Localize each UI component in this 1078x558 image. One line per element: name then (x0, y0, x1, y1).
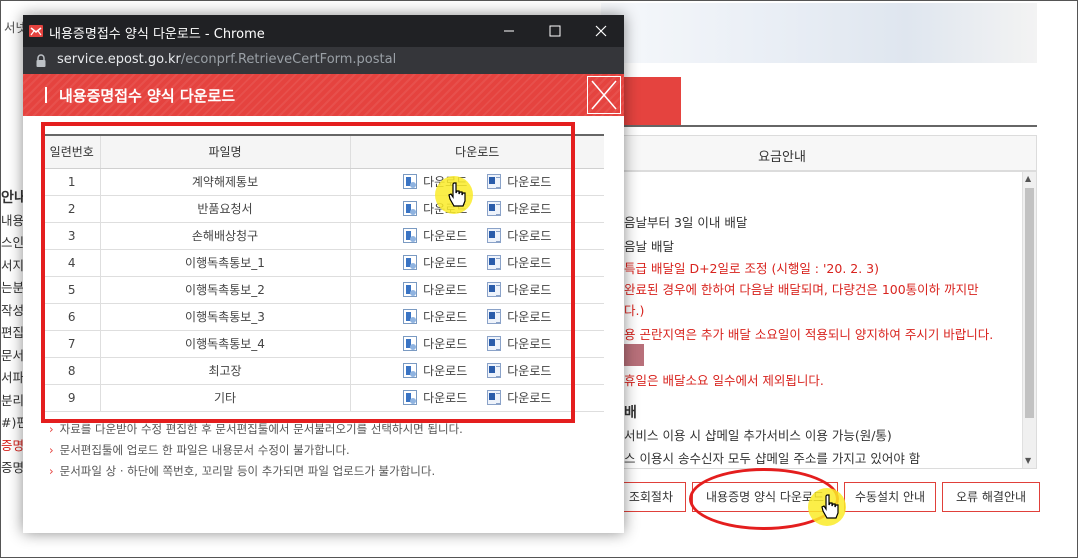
fee-info-line: 다.) (624, 303, 645, 318)
url-path: /econprf.RetrieveCertForm.postal (180, 52, 397, 67)
fee-info-line: 특급 배달일 D+2일로 조정 (시행일 : '20. 2. 3) (624, 261, 879, 276)
red-tab-fragment (621, 77, 681, 125)
left-text-fragment: 편집 (1, 325, 25, 340)
section-rule (621, 125, 1037, 127)
scroll-up-icon[interactable]: ▲ (1025, 174, 1031, 183)
minimize-icon (504, 30, 514, 32)
app-icon (29, 25, 43, 37)
fee-info-line: 음날부터 3일 이내 배달 (624, 215, 748, 230)
popup-close-button[interactable] (587, 76, 621, 114)
url-text[interactable]: service.epost.go.kr/econprf.RetrieveCert… (57, 52, 396, 67)
scrollbar-thumb[interactable] (1025, 188, 1034, 418)
note-item: › 문서편집툴에 업로드 한 파일은 내용문서 수정이 불가합니다. (49, 442, 350, 458)
note-text: 문서편집툴에 업로드 한 파일은 내용문서 수정이 불가합니다. (59, 443, 350, 457)
lock-icon (36, 54, 46, 67)
left-text-fragment: 작성 (1, 302, 25, 318)
left-text-fragment: 는분 (1, 280, 25, 295)
fee-info-line: 서비스 이용 시 샵메일 추가서비스 이용 가능(원/통) (624, 428, 892, 443)
maximize-button[interactable] (532, 15, 578, 47)
left-text-fragment: #)편 (1, 415, 25, 430)
left-text-fragment: 서파 (1, 370, 25, 385)
scrollbar[interactable]: ▲ ▼ (1022, 172, 1036, 468)
fee-info-panel: 음날부터 3일 이내 배달음날 배달특급 배달일 D+2일로 조정 (시행일 :… (621, 171, 1037, 469)
hand-cursor-icon (448, 182, 466, 207)
header-accent-bar (45, 87, 47, 103)
fee-info-line: 휴일은 배달소요 일수에서 제외됩니다. (624, 373, 824, 388)
cursor-highlight (435, 176, 473, 214)
minimize-button[interactable] (486, 15, 532, 47)
left-text-fragment: 안내 (1, 190, 25, 206)
close-window-button[interactable] (578, 15, 624, 47)
fee-info-line: 음날 배달 (624, 239, 674, 254)
cursor-highlight (808, 488, 846, 526)
fee-info-line: 스 이용시 송수신자 모두 샵메일 주소를 가지고 있어야 함 (624, 451, 921, 466)
popup-window: 내용증명접수 양식 다운로드 - Chrome service.epost.go… (23, 15, 624, 533)
bullet-icon: › (49, 422, 54, 436)
scroll-down-icon[interactable]: ▼ (1025, 456, 1031, 465)
close-icon (595, 25, 607, 37)
left-text-fragments: 안내내용스인서지름는분작성편집문서서파분리#)편증명증명 (1, 181, 25, 481)
url-host: service.epost.go.kr (57, 52, 181, 67)
fee-info-line: 용 곤란지역은 추가 배달 소요일이 적용되니 양지하여 주시기 바랍니다. (624, 327, 994, 342)
banner-image (601, 3, 1037, 63)
popup-header: 내용증명접수 양식 다운로드 (23, 74, 624, 116)
note-text: 문서파일 상 · 하단에 쪽번호, 꼬리말 등이 추가되면 파일 업로드가 불가… (59, 464, 436, 478)
left-text-fragment: 증명 (1, 437, 25, 453)
left-text-fragment: 스인 (1, 235, 25, 250)
left-text-fragment: 내용 (1, 212, 25, 228)
color-swatch (624, 344, 644, 366)
hand-cursor-icon (821, 494, 839, 519)
left-text-fragment: 문서 (1, 347, 25, 363)
fee-header-label: 요금안내 (758, 150, 806, 165)
bullet-icon: › (49, 464, 54, 478)
left-text-fragment: 분리 (1, 392, 25, 408)
window-title: 내용증명접수 양식 다운로드 - Chrome (49, 27, 265, 42)
left-text-fragment: 증명 (1, 460, 25, 475)
fee-header: 요금안내 (621, 135, 1037, 171)
left-text-fragment: 서지름 (1, 257, 25, 273)
fee-info-line: 배 (624, 405, 637, 421)
annotation-box (41, 122, 575, 423)
fee-info-line: 완료된 경우에 한하여 다음날 배달되며, 다량건은 100통이하 까지만 (624, 282, 979, 297)
address-bar[interactable]: service.epost.go.kr/econprf.RetrieveCert… (23, 47, 624, 74)
error-guide-button[interactable]: 오류 해결안내 (942, 482, 1040, 512)
note-item: › 자료를 다운받아 수정 편집한 후 문서편집툴에서 문서불러오기를 선택하시면… (49, 421, 463, 437)
bullet-icon: › (49, 443, 54, 457)
maximize-icon (549, 25, 561, 37)
close-icon (591, 80, 617, 110)
note-item: › 문서파일 상 · 하단에 쪽번호, 꼬리말 등이 추가되면 파일 업로드가 불… (49, 463, 435, 479)
note-text: 자료를 다운받아 수정 편집한 후 문서편집툴에서 문서불러오기를 선택하시면 … (59, 422, 463, 436)
manual-install-button[interactable]: 수동설치 안내 (844, 482, 936, 512)
popup-title: 내용증명접수 양식 다운로드 (59, 87, 236, 105)
